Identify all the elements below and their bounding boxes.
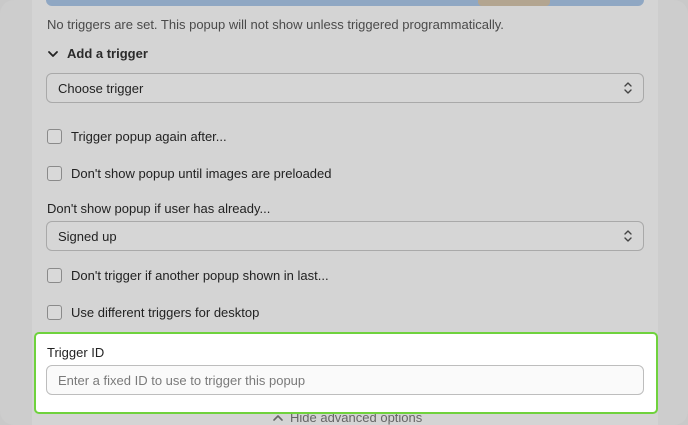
trigger-again-checkbox[interactable] (47, 129, 62, 144)
another-popup-label: Don't trigger if another popup shown in … (71, 268, 329, 283)
different-desktop-checkbox[interactable] (47, 305, 62, 320)
preload-images-option[interactable]: Don't show popup until images are preloa… (47, 166, 331, 181)
preview-image (478, 0, 550, 6)
preview-banner (46, 0, 644, 6)
user-already-select[interactable]: Signed up (46, 221, 644, 251)
add-trigger-toggle[interactable]: Add a trigger (47, 46, 148, 61)
chevron-updown-icon (624, 230, 632, 242)
choose-trigger-value: Choose trigger (58, 80, 144, 96)
user-already-value: Signed up (58, 228, 117, 244)
user-already-label: Don't show popup if user has already... (47, 201, 271, 216)
add-trigger-heading: Add a trigger (67, 46, 148, 61)
different-desktop-option[interactable]: Use different triggers for desktop (47, 305, 259, 320)
trigger-again-option[interactable]: Trigger popup again after... (47, 129, 227, 144)
trigger-again-label: Trigger popup again after... (71, 129, 227, 144)
preload-images-label: Don't show popup until images are preloa… (71, 166, 332, 181)
no-triggers-notice: No triggers are set. This popup will not… (47, 17, 504, 32)
another-popup-checkbox[interactable] (47, 268, 62, 283)
different-desktop-label: Use different triggers for desktop (71, 305, 260, 320)
another-popup-option[interactable]: Don't trigger if another popup shown in … (47, 268, 329, 283)
trigger-id-input[interactable] (46, 365, 644, 395)
chevron-updown-icon (624, 82, 632, 94)
preload-images-checkbox[interactable] (47, 166, 62, 181)
choose-trigger-select[interactable]: Choose trigger (46, 73, 644, 103)
trigger-id-label: Trigger ID (47, 345, 105, 360)
chevron-down-icon (48, 50, 58, 57)
